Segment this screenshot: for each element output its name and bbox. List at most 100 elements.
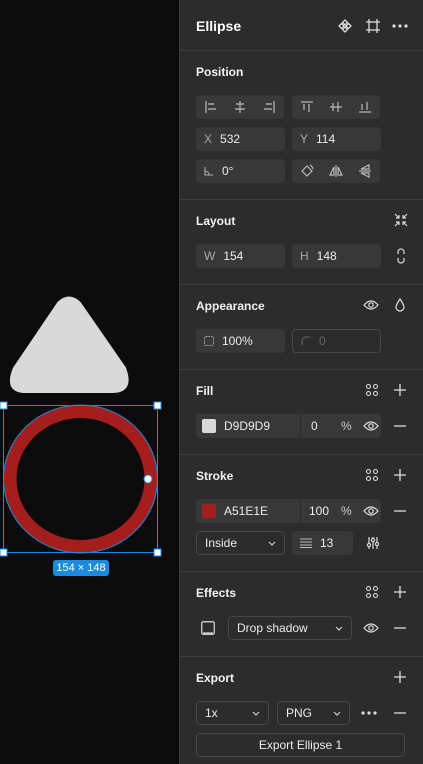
rotation-field[interactable]: 0° xyxy=(196,159,285,183)
horizontal-align-group xyxy=(196,95,284,119)
dimension-label: 154 × 148 xyxy=(53,560,109,576)
ellipse-shape xyxy=(3,405,158,553)
layout-title: Layout xyxy=(196,214,236,228)
y-label: Y xyxy=(300,132,309,146)
y-value: 114 xyxy=(316,132,336,146)
stroke-opacity[interactable]: 100 xyxy=(309,504,341,518)
corner-radius-field[interactable]: 0 xyxy=(292,329,381,353)
position-section: Position X 532 Y 114 0° xyxy=(180,51,423,200)
stroke-section: Stroke A51E1E 100 % Inside 13 xyxy=(180,455,423,572)
design-canvas[interactable]: 154 × 148 xyxy=(0,0,179,764)
chevron-down-icon xyxy=(268,541,276,546)
frame-icon[interactable] xyxy=(364,17,382,35)
flip-vertical-icon[interactable] xyxy=(351,159,380,183)
align-center-h-icon[interactable] xyxy=(225,95,254,119)
stroke-color-field[interactable]: A51E1E 100 % xyxy=(196,499,381,523)
x-label: X xyxy=(204,132,213,146)
opacity-field[interactable]: 100% xyxy=(196,329,285,353)
styles-grid-icon[interactable] xyxy=(363,381,381,399)
y-position-field[interactable]: Y 114 xyxy=(292,127,381,151)
rotation-icon xyxy=(204,166,214,176)
remove-effect-icon[interactable] xyxy=(391,619,409,637)
effect-type-select[interactable]: Drop shadow xyxy=(228,616,352,640)
fill-visibility-icon[interactable] xyxy=(362,417,380,435)
fill-color-field[interactable]: D9D9D9 0 % xyxy=(196,414,381,438)
add-stroke-icon[interactable] xyxy=(391,466,409,484)
export-button-label: Export Ellipse 1 xyxy=(258,738,343,752)
effect-settings-icon[interactable] xyxy=(199,619,217,637)
rotation-value: 0° xyxy=(222,164,234,178)
opacity-icon xyxy=(204,336,214,346)
export-format-value: PNG xyxy=(286,706,313,720)
height-field[interactable]: H 148 xyxy=(292,244,381,268)
field-divider xyxy=(300,414,301,438)
align-middle-v-icon[interactable] xyxy=(321,95,350,119)
w-label: W xyxy=(204,249,216,263)
w-value: 154 xyxy=(223,249,244,263)
constrain-proportions-icon[interactable] xyxy=(392,247,410,265)
stroke-weight-icon xyxy=(300,538,312,548)
stroke-styles-icon[interactable] xyxy=(363,466,381,484)
chevron-down-icon xyxy=(335,626,343,631)
more-icon[interactable] xyxy=(391,17,409,35)
resize-handle-tl xyxy=(0,401,8,410)
component-icon[interactable] xyxy=(336,17,354,35)
corner-radius-icon xyxy=(301,336,311,346)
layout-section: Layout W 154 H 148 xyxy=(180,200,423,285)
resize-handle-tr xyxy=(153,401,162,410)
remove-fill-icon[interactable] xyxy=(391,417,409,435)
fill-opacity[interactable]: 0 xyxy=(311,419,341,433)
export-scale-select[interactable]: 1x xyxy=(196,701,269,725)
panel-header: Ellipse xyxy=(180,0,423,51)
collapse-icon[interactable] xyxy=(392,211,410,229)
stroke-position-select[interactable]: Inside xyxy=(196,531,285,555)
align-bottom-icon[interactable] xyxy=(351,95,380,119)
fill-title: Fill xyxy=(196,384,214,398)
width-field[interactable]: W 154 xyxy=(196,244,285,268)
appearance-section: Appearance 100% 0 xyxy=(180,285,423,370)
fill-percent: % xyxy=(341,419,352,433)
triangle-shape xyxy=(10,296,129,393)
field-divider xyxy=(300,499,301,523)
stroke-position-value: Inside xyxy=(205,536,238,550)
effects-section: Effects Drop shadow xyxy=(180,572,423,657)
h-label: H xyxy=(300,249,309,263)
stroke-settings-icon[interactable] xyxy=(364,534,382,552)
export-format-select[interactable]: PNG xyxy=(277,701,350,725)
add-export-icon[interactable] xyxy=(391,668,409,686)
stroke-hex[interactable]: A51E1E xyxy=(224,504,300,518)
blend-mode-icon[interactable] xyxy=(391,296,409,314)
align-top-icon[interactable] xyxy=(292,95,321,119)
flip-horizontal-icon[interactable] xyxy=(321,159,350,183)
stroke-weight-field[interactable]: 13 xyxy=(292,531,353,555)
align-left-icon[interactable] xyxy=(196,95,225,119)
effect-visibility-icon[interactable] xyxy=(362,619,380,637)
remove-export-icon[interactable] xyxy=(391,704,409,722)
export-button[interactable]: Export Ellipse 1 xyxy=(196,733,405,757)
position-title: Position xyxy=(196,65,244,79)
fill-section: Fill D9D9D9 0 % xyxy=(180,370,423,455)
x-position-field[interactable]: X 532 xyxy=(196,127,285,151)
stroke-visibility-icon[interactable] xyxy=(362,502,380,520)
h-value: 148 xyxy=(316,249,337,263)
remove-stroke-icon[interactable] xyxy=(391,502,409,520)
fill-swatch[interactable] xyxy=(202,419,216,433)
export-title: Export xyxy=(196,671,235,685)
fill-hex[interactable]: D9D9D9 xyxy=(224,419,300,433)
x-value: 532 xyxy=(220,132,241,146)
chevron-down-icon xyxy=(333,711,341,716)
align-right-icon[interactable] xyxy=(255,95,284,119)
stroke-percent: % xyxy=(341,504,352,518)
stroke-swatch[interactable] xyxy=(202,504,216,518)
add-fill-icon[interactable] xyxy=(391,381,409,399)
export-more-icon[interactable] xyxy=(360,704,378,722)
export-section: Export 1x PNG Export Ellipse 1 xyxy=(180,657,423,764)
stroke-title: Stroke xyxy=(196,469,234,483)
canvas-drawing xyxy=(0,296,162,557)
layer-title: Ellipse xyxy=(196,18,242,34)
appearance-title: Appearance xyxy=(196,299,265,313)
rotate-icon[interactable] xyxy=(292,159,321,183)
visibility-icon[interactable] xyxy=(362,296,380,314)
effect-styles-icon[interactable] xyxy=(363,583,381,601)
add-effect-icon[interactable] xyxy=(391,583,409,601)
